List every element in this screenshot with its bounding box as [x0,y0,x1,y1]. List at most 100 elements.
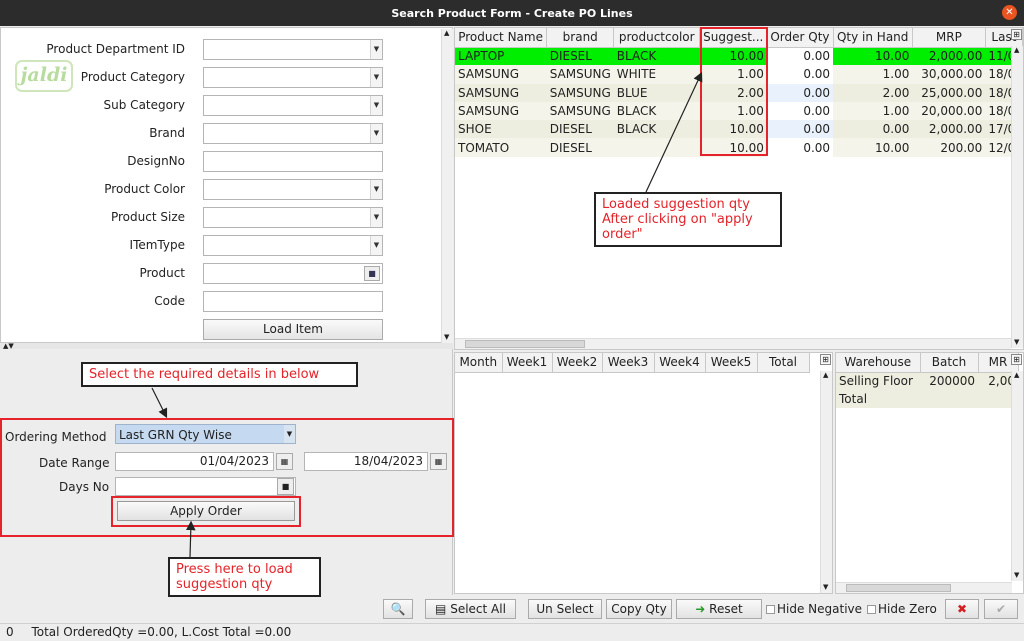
close-window-button[interactable]: ✕ [1002,5,1017,20]
filter-row-color: Product Color ▼ [1,179,441,201]
table-cell [920,390,978,408]
chevron-down-icon[interactable]: ▼ [370,236,382,255]
column-chooser-icon[interactable]: ⊞ [1011,29,1022,40]
chevron-down-icon[interactable]: ▼ [370,68,382,87]
hide-negative-checkbox[interactable]: Hide Negative [766,602,862,616]
scroll-thumb[interactable] [465,340,585,348]
size-combo[interactable]: ▼ [203,207,383,228]
column-header[interactable]: Total [757,353,810,373]
chevron-down-icon[interactable]: ▼ [370,208,382,227]
status-count: 0 [6,625,14,639]
column-header[interactable]: Week1 [502,353,553,373]
scroll-up-icon[interactable]: ▲ [1014,46,1019,54]
hide-negative-label: Hide Negative [777,602,863,616]
order-qty-cell[interactable]: 0.00 [766,65,834,84]
category-combo[interactable]: ▼ [203,67,383,88]
scroll-up-icon[interactable]: ▲ [1014,371,1019,379]
table-row[interactable]: Total [836,390,1018,408]
checkbox-icon[interactable] [766,605,775,614]
column-header[interactable]: Week3 [602,353,655,373]
column-header[interactable]: Week4 [654,353,706,373]
column-chooser-icon[interactable]: ⊞ [820,354,831,365]
table-cell: 1.00 [833,65,913,84]
product-grid-vscrollbar[interactable]: ▲ ▼ [1011,46,1023,348]
table-cell [613,138,700,157]
table-cell: SAMSUNG [455,65,547,84]
filter-row-brand: Brand ▼ [1,123,441,145]
color-combo[interactable]: ▼ [203,179,383,200]
product-grid-hscrollbar[interactable] [455,338,1011,349]
filter-scrollbar[interactable]: ▲ ▼ [441,29,453,343]
chevron-down-icon[interactable]: ▼ [370,124,382,143]
preview-button[interactable]: 🔍 [383,599,413,619]
category-label: Product Category [80,70,185,84]
column-header[interactable]: Week5 [705,353,758,373]
column-header[interactable]: Batch [920,353,979,373]
scroll-up-icon[interactable]: ▲ [823,371,828,379]
select-all-button[interactable]: ▤ Select All [425,599,516,619]
chevron-down-icon[interactable]: ▼ [370,40,382,59]
column-header[interactable]: brand [546,28,615,48]
subcategory-combo[interactable]: ▼ [203,95,383,116]
table-cell: WHITE [613,65,700,84]
table-cell: 10.00 [833,138,913,157]
table-row[interactable]: Selling Floor 200000 2,00 [836,372,1018,390]
itemtype-combo[interactable]: ▼ [203,235,383,256]
product-label: Product [139,266,185,280]
filter-row-size: Product Size ▼ [1,207,441,229]
table-cell: 0.00 [833,120,913,139]
month-grid-vscrollbar[interactable]: ▲ ▼ [820,371,832,593]
column-header[interactable]: Warehouse [836,353,921,373]
column-header[interactable]: productcolor [613,28,701,48]
chevron-down-icon[interactable]: ▼ [370,180,382,199]
scroll-down-icon[interactable]: ▼ [1014,571,1019,579]
window-titlebar: Search Product Form - Create PO Lines ✕ [0,0,1024,26]
column-header[interactable]: Month [455,353,503,373]
table-cell: BLACK [613,47,700,66]
table-cell: 2.00 [833,83,913,102]
hide-zero-checkbox[interactable]: Hide Zero [867,602,937,616]
reset-button[interactable]: ➜ Reset [676,599,762,619]
warehouse-grid-vscrollbar[interactable]: ▲ ▼ [1011,371,1023,581]
brand-combo[interactable]: ▼ [203,123,383,144]
filter-row-designno: DesignNo [1,151,441,173]
order-qty-cell[interactable]: 0.00 [766,120,834,139]
scroll-thumb[interactable] [846,584,951,592]
table-icon: ▤ [435,602,447,616]
table-cell: SHOE [455,120,547,139]
order-qty-cell[interactable]: 0.00 [766,47,834,66]
column-header[interactable]: MRP [912,28,986,48]
load-item-button[interactable]: Load Item [203,319,383,340]
column-header[interactable]: Product Name [455,28,548,48]
column-header[interactable]: Qty in Hand [833,28,913,48]
order-qty-cell[interactable]: 0.00 [766,83,834,102]
scroll-up-icon[interactable]: ▲ [444,29,449,37]
checkbox-icon[interactable] [867,605,876,614]
scroll-down-icon[interactable]: ▼ [1014,338,1019,346]
order-qty-cell[interactable]: 0.00 [766,138,834,157]
scroll-down-icon[interactable]: ▼ [444,333,449,341]
designno-input[interactable] [203,151,383,172]
department-combo[interactable]: ▼ [203,39,383,60]
cancel-button[interactable]: ✖ [945,599,979,619]
callout-line: suggestion qty [176,577,273,592]
ok-button[interactable]: ✔ [984,599,1018,619]
product-picker-icon[interactable]: ■ [364,266,380,281]
order-qty-cell[interactable]: 0.00 [766,101,834,121]
chevron-down-icon[interactable]: ▼ [370,96,382,115]
month-grid: Month Week1 Week2 Week3 Week4 Week5 Total ⊞ ▲ … [454,352,833,594]
code-input[interactable] [203,291,383,312]
warehouse-grid-hscrollbar[interactable] [836,582,1012,593]
scroll-down-icon[interactable]: ▼ [823,583,828,591]
press-here-callout: Press here to load suggestion qty [168,557,321,597]
copy-qty-button[interactable]: Copy Qty [606,599,672,619]
product-input[interactable]: ■ [203,263,383,284]
column-header[interactable]: Week2 [552,353,603,373]
unselect-button[interactable]: Un Select [528,599,602,619]
column-header[interactable]: Order Qty [766,28,834,48]
table-cell: 2,000.00 [912,120,986,139]
column-chooser-icon[interactable]: ⊞ [1011,354,1022,365]
itemtype-label: ITemType [129,238,185,252]
table-cell: 200.00 [912,138,986,157]
table-cell: BLACK [613,101,700,121]
